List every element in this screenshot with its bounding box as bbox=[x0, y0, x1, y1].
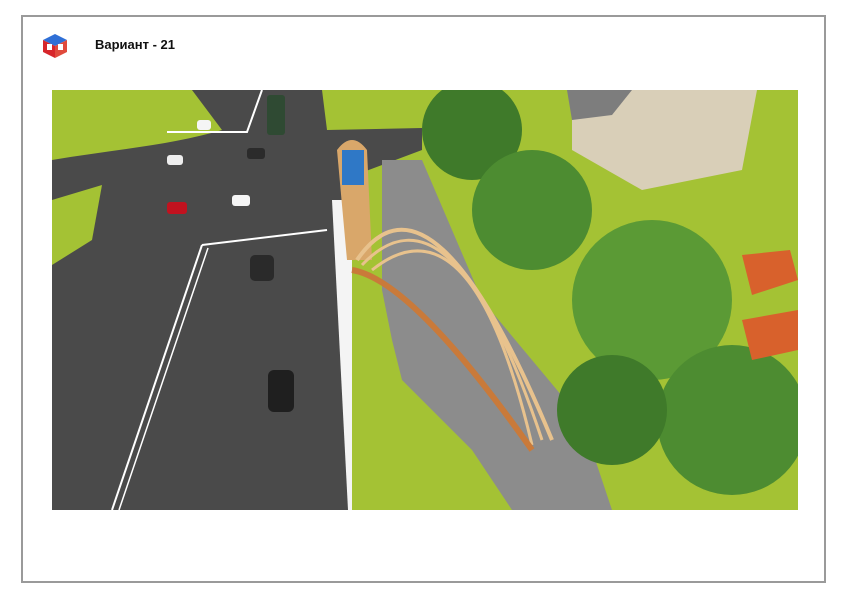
page-title: Вариант - 21 bbox=[95, 37, 176, 52]
cube-logo-icon bbox=[43, 34, 67, 58]
aerial-render-image bbox=[52, 90, 798, 510]
